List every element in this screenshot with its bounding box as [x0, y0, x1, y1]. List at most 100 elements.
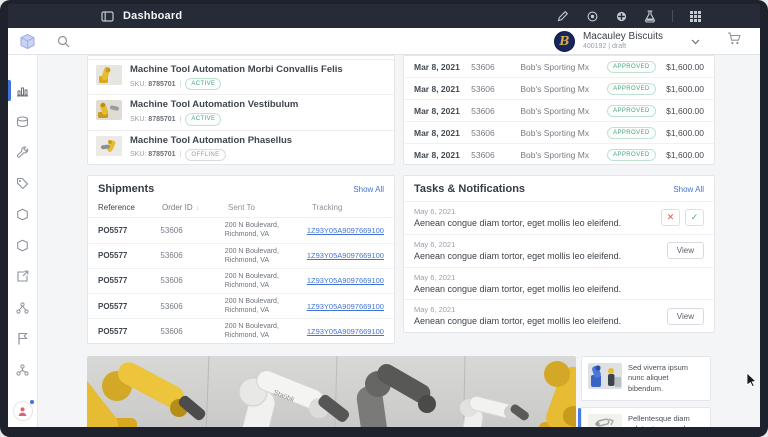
news-text: Sed viverra ipsum nunc aliquet bibendum.: [628, 363, 704, 393]
tracking-link[interactable]: 1Z93Y05A9097669100: [307, 251, 384, 260]
gear-icon[interactable]: [585, 9, 599, 23]
sidebar-item-pricing[interactable]: [8, 168, 37, 199]
shipment-row[interactable]: PO5577 53606 200 N Boulevard, Richmond, …: [88, 319, 394, 343]
sidebar-account-button[interactable]: [13, 401, 33, 421]
robots-banner-image: Staübli: [87, 356, 576, 427]
tag-icon: [16, 177, 29, 190]
sidebar-toggle-icon[interactable]: [100, 9, 114, 23]
avatar[interactable]: B: [554, 31, 575, 52]
sidebar-item-tools[interactable]: [8, 137, 37, 168]
box-logo-icon[interactable]: [19, 33, 36, 50]
order-row[interactable]: Mar 8, 2021 53606 Bob's Sporting Mx APPR…: [404, 56, 714, 78]
tracking-link[interactable]: 1Z93Y05A9097669100: [307, 327, 384, 336]
sitemap-icon: [16, 302, 29, 314]
cart-icon[interactable]: [727, 32, 741, 50]
news-thumbnail: [588, 363, 622, 389]
col-order-id[interactable]: Order ID↓: [162, 203, 228, 213]
shipment-row[interactable]: PO5577 53606 200 N Boulevard, Richmond, …: [88, 218, 394, 243]
shipment-sent-to: 200 N Boulevard, Richmond, VA: [225, 322, 307, 340]
order-total: $1,600.00: [666, 106, 704, 116]
user-meta: 400192 | draft: [583, 43, 663, 51]
shipment-reference: PO5577: [98, 251, 160, 260]
order-row[interactable]: Mar 8, 2021 53606 Bob's Sporting Mx APPR…: [404, 122, 714, 144]
sidebar-item-dashboard[interactable]: [8, 75, 37, 106]
search-icon[interactable]: [57, 35, 70, 48]
shipment-row[interactable]: PO5577 53606 200 N Boulevard, Richmond, …: [88, 269, 394, 294]
order-total: $1,600.00: [666, 150, 704, 160]
task-item: May 6, 2021 Aenean congue diam tortor, e…: [404, 299, 714, 332]
apps-grid-icon[interactable]: [688, 9, 702, 23]
product-thumbnail: [96, 136, 122, 156]
sidebar-item-inventory[interactable]: [8, 230, 37, 261]
sidebar-item-flags[interactable]: [8, 323, 37, 354]
status-badge: APPROVED: [607, 149, 656, 161]
reject-button[interactable]: ✕: [661, 209, 680, 226]
shipment-sent-to: 200 N Boulevard, Richmond, VA: [225, 297, 307, 315]
order-customer: Bob's Sporting Mx: [520, 62, 607, 72]
sidebar-item-orders[interactable]: [8, 199, 37, 230]
task-date: May 6, 2021: [414, 273, 621, 282]
package-icon: [16, 208, 29, 221]
sitemap-icon: [16, 364, 29, 376]
user-icon: [17, 406, 28, 417]
product-title: Machine Tool Automation Phasellus: [130, 136, 292, 147]
target-icon[interactable]: [614, 9, 628, 23]
page-title: Dashboard: [123, 10, 182, 22]
col-sent-to[interactable]: Sent To: [228, 203, 312, 213]
shipment-order-id: 53606: [160, 276, 224, 285]
order-row[interactable]: Mar 8, 2021 53606 Bob's Sporting Mx APPR…: [404, 78, 714, 100]
approve-button[interactable]: ✓: [685, 209, 704, 226]
col-tracking[interactable]: Tracking: [312, 203, 384, 213]
order-total: $1,600.00: [666, 128, 704, 138]
order-row[interactable]: Mar 8, 2021 53606 Bob's Sporting Mx APPR…: [404, 100, 714, 122]
task-date: May 6, 2021: [414, 305, 621, 314]
order-date: Mar 8, 2021: [414, 128, 471, 138]
pencil-icon[interactable]: [556, 9, 570, 23]
shipment-reference: PO5577: [98, 302, 160, 311]
shipment-row[interactable]: PO5577 53606 200 N Boulevard, Richmond, …: [88, 244, 394, 269]
news-list: Sed viverra ipsum nunc aliquet bibendum.…: [581, 356, 711, 427]
product-list-item[interactable]: Machine Tool Automation Vestibulum SKU: …: [88, 95, 394, 130]
sidebar-item-hierarchy[interactable]: [8, 292, 37, 323]
shipments-show-all-link[interactable]: Show All: [353, 185, 384, 194]
tasks-show-all-link[interactable]: Show All: [673, 185, 704, 194]
order-id: 53606: [471, 62, 520, 72]
sidebar-item-catalog[interactable]: [8, 106, 37, 137]
shipment-sent-to: 200 N Boulevard, Richmond, VA: [225, 247, 307, 265]
shipment-row[interactable]: PO5577 53606 200 N Boulevard, Richmond, …: [88, 294, 394, 319]
order-row[interactable]: Mar 8, 2021 53606 Bob's Sporting Mx APPR…: [404, 144, 714, 165]
tracking-link[interactable]: 1Z93Y05A9097669100: [307, 302, 384, 311]
orders-panel: Mar 8, 2021 53606 Bob's Sporting Mx APPR…: [403, 55, 715, 165]
news-text: Pellentesque diam volutpat commodo: [628, 414, 704, 427]
flag-icon: [17, 332, 28, 345]
chevron-down-icon[interactable]: [691, 32, 700, 50]
flask-icon[interactable]: [643, 9, 657, 23]
products-panel: Machine Tool Automation Morbi Convallis …: [87, 55, 395, 165]
user-info[interactable]: Macauley Biscuits 400192 | draft: [583, 31, 663, 51]
product-thumbnail: [96, 100, 122, 120]
scrollbar-thumb[interactable]: [578, 408, 581, 427]
col-reference[interactable]: Reference: [98, 203, 162, 213]
product-title: Machine Tool Automation Vestibulum: [130, 100, 298, 111]
view-button[interactable]: View: [667, 242, 704, 259]
tracking-link[interactable]: 1Z93Y05A9097669100: [307, 226, 384, 235]
bar-chart-icon: [16, 84, 29, 97]
tracking-link[interactable]: 1Z93Y05A9097669100: [307, 276, 384, 285]
status-badge: OFFLINE: [185, 149, 225, 161]
product-list-item[interactable]: Machine Tool Automation Morbi Convallis …: [88, 60, 394, 95]
status-badge: APPROVED: [607, 61, 656, 73]
tasks-title: Tasks & Notifications: [414, 183, 525, 195]
shipment-order-id: 53606: [160, 251, 224, 260]
product-list-item[interactable]: Machine Tool Automation Phasellus SKU: 8…: [88, 131, 394, 165]
shipments-table-header: Reference Order ID↓ Sent To Tracking: [88, 201, 394, 218]
status-badge: APPROVED: [607, 83, 656, 95]
news-item[interactable]: Sed viverra ipsum nunc aliquet bibendum.: [581, 356, 711, 400]
order-id: 53606: [471, 150, 520, 160]
view-button[interactable]: View: [667, 308, 704, 325]
task-text: Aenean congue diam tortor, eget mollis l…: [414, 218, 621, 229]
task-item: May 6, 2021 Aenean congue diam tortor, e…: [404, 201, 714, 234]
order-customer: Bob's Sporting Mx: [520, 84, 607, 94]
news-item[interactable]: Pellentesque diam volutpat commodo: [581, 407, 711, 427]
sidebar-item-export[interactable]: [8, 261, 37, 292]
sidebar-item-org[interactable]: [8, 354, 37, 385]
